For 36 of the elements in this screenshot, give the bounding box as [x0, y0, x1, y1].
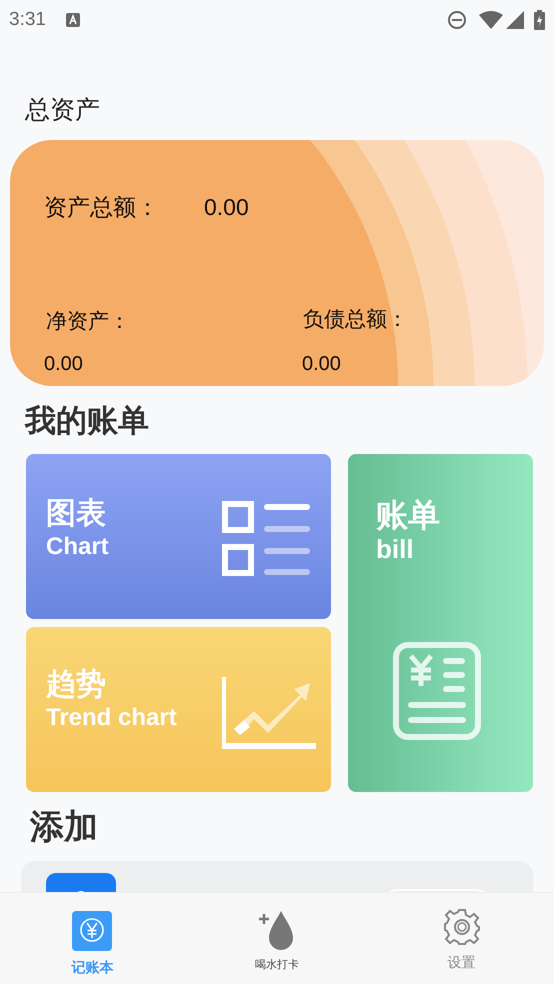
chart-tile[interactable]: 图表 Chart: [26, 454, 331, 619]
section-title: 我的账单: [25, 402, 149, 438]
settings-icon: [442, 908, 481, 946]
tile-subtitle: Chart: [46, 532, 109, 562]
debt-value: 0.00: [302, 352, 341, 374]
tile-title: 账单: [376, 496, 440, 534]
tile-title: 图表: [46, 496, 107, 532]
water-drop-icon: [258, 909, 296, 951]
yen-icon: [72, 911, 112, 951]
trend-tile[interactable]: 趋势 Trend chart: [26, 627, 331, 792]
bill-tile[interactable]: 账单 bill: [348, 454, 533, 792]
do-not-disturb-icon: [447, 10, 467, 30]
tab-item[interactable]: 记账本: [0, 893, 185, 984]
trend-chart-icon: [222, 677, 316, 749]
tab-label: 喝水打卡: [255, 958, 299, 973]
signal-icon: [506, 11, 524, 29]
wifi-icon: [479, 11, 503, 29]
tab-label: 记账本: [71, 958, 114, 977]
tile-subtitle: Trend chart: [46, 703, 177, 733]
total-assets-value: 0.00: [204, 192, 249, 222]
tile-subtitle: bill: [376, 534, 415, 564]
tile-title: 趋势: [46, 667, 107, 703]
keyboard-icon: [66, 13, 80, 27]
battery-icon: [534, 10, 545, 30]
list-icon: [222, 501, 310, 579]
section-title: 添加: [30, 808, 98, 846]
total-assets-label: 资产总额：: [44, 192, 159, 222]
net-assets-label: 净资产：: [46, 310, 130, 332]
net-assets-value: 0.00: [44, 352, 83, 374]
tab-label: 设置: [448, 953, 476, 972]
tab-item[interactable]: 设置: [369, 893, 554, 984]
section-title: 总资产: [25, 96, 100, 124]
debt-label: 负债总额：: [303, 308, 408, 330]
receipt-icon: [393, 642, 481, 740]
status-time: 3:31: [9, 8, 46, 32]
tab-item[interactable]: 喝水打卡: [184, 893, 370, 984]
